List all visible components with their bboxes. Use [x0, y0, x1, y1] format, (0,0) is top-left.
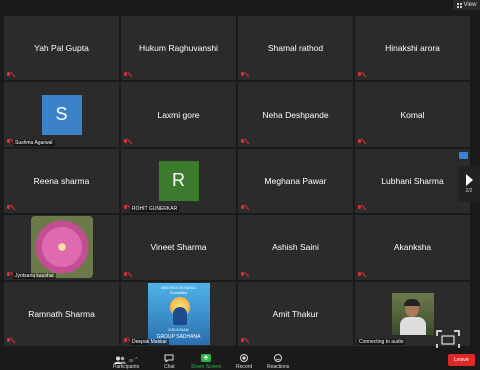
- share-screen-icon: [201, 354, 212, 362]
- participant-name: Akanksha: [393, 242, 432, 253]
- participant-tile[interactable]: Meghana Pawar: [238, 148, 353, 214]
- view-label: View: [463, 2, 477, 8]
- participant-tile[interactable]: Neha Deshpande: [238, 82, 353, 147]
- participant-name: Shamal rathod: [267, 43, 324, 54]
- avatar: R: [158, 160, 199, 201]
- participants-icon: [114, 356, 127, 364]
- participant-name: Meghana Pawar: [264, 175, 327, 186]
- participant-tile[interactable]: Amit Thakur: [238, 281, 353, 346]
- leave-button[interactable]: Leave: [448, 354, 475, 366]
- participant-name: Hukum Raghuvanshi: [139, 43, 218, 54]
- participant-tile[interactable]: R ROHIT GUNERKAR: [121, 148, 236, 214]
- participant-name: Ashish Saini: [272, 242, 319, 253]
- record-icon: [240, 354, 249, 362]
- poster-time: 6:30-8:00AM: [168, 327, 189, 332]
- participant-tile[interactable]: Akanksha: [355, 215, 470, 280]
- reactions-button[interactable]: Reactions: [267, 354, 289, 370]
- participant-tile[interactable]: Komal: [355, 82, 470, 147]
- participant-name: Reena sharma: [33, 175, 90, 186]
- participant-tile[interactable]: Hinakshi arora: [355, 16, 470, 81]
- page-indicator: 2/2: [465, 188, 473, 194]
- participants-button[interactable]: 48 ^ Participants: [113, 356, 139, 370]
- chat-label: Chat: [164, 364, 175, 370]
- mic-muted-icon: [240, 338, 245, 344]
- participant-name: Laxmi gore: [157, 109, 200, 120]
- participant-tile[interactable]: Jyotsana kaushal: [4, 215, 119, 280]
- reactions-label: Reactions: [267, 364, 290, 370]
- avatar: S: [41, 94, 82, 135]
- participant-name: Amit Thakur: [272, 308, 319, 319]
- mic-muted-icon: [6, 205, 11, 211]
- meditation-poster-image: MEETING ON SAHAJ Foundation 6:30-8:00AM …: [147, 282, 210, 345]
- mic-muted-icon: [240, 138, 245, 145]
- mic-muted-icon: [357, 271, 362, 278]
- poster-title: MEETING ON SAHAJ: [161, 285, 196, 290]
- reactions-icon: [274, 354, 283, 362]
- mic-muted-icon: [240, 205, 245, 211]
- mic-muted-icon: [123, 338, 128, 344]
- view-button[interactable]: View: [453, 0, 480, 10]
- participant-tile[interactable]: Laxmi gore: [121, 82, 236, 147]
- participant-name: Hinakshi arora: [385, 43, 440, 54]
- flower-image: [30, 216, 93, 279]
- participant-tile[interactable]: Ramnath Sharma: [4, 281, 119, 346]
- participant-tile[interactable]: Lubhani Sharma: [355, 148, 470, 214]
- participant-name: Komal: [400, 109, 425, 120]
- chat-button[interactable]: Chat: [164, 354, 175, 370]
- participant-tile[interactable]: Ashish Saini: [238, 215, 353, 280]
- share-screen-label: Share Screen: [191, 364, 222, 370]
- participant-tile[interactable]: Hukum Raghuvanshi: [121, 16, 236, 81]
- chevron-right-icon: [465, 174, 473, 186]
- mic-muted-icon: [240, 271, 245, 278]
- mic-muted-icon: [6, 138, 11, 145]
- next-page-button[interactable]: 2/2: [458, 166, 480, 202]
- mic-muted-icon: [6, 72, 11, 78]
- mic-muted-icon: [123, 138, 128, 145]
- participant-label: Connecting to audio: [357, 339, 406, 345]
- participant-tile[interactable]: Shamal rathod: [238, 16, 353, 81]
- participant-name: Ramnath Sharma: [28, 308, 95, 319]
- participants-label: Participants: [113, 364, 140, 370]
- meditator-graphic: [172, 306, 187, 325]
- chat-icon: [164, 354, 174, 362]
- participants-count: 48: [128, 357, 134, 363]
- poster-subtitle: Foundation: [169, 290, 188, 295]
- mic-muted-icon: [357, 138, 362, 145]
- mic-muted-icon: [357, 205, 362, 211]
- record-label: Record: [236, 364, 253, 370]
- mic-muted-icon: [6, 338, 11, 344]
- mic-muted-icon: [240, 72, 245, 78]
- video-grid: Yah Pal Gupta Hukum Raghuvanshi Shamal r…: [4, 16, 470, 346]
- mic-muted-icon: [357, 72, 362, 78]
- participant-label: Deepak Makkar: [130, 339, 170, 345]
- participant-name: Yah Pal Gupta: [34, 43, 89, 54]
- record-button[interactable]: Record: [236, 354, 252, 370]
- more-options-icon[interactable]: [459, 152, 468, 159]
- mic-muted-icon: [123, 271, 128, 278]
- participant-tile[interactable]: Reena sharma: [4, 148, 119, 214]
- participant-tile[interactable]: Yah Pal Gupta: [4, 16, 119, 81]
- mic-muted-icon: [6, 271, 11, 278]
- participant-name: Lubhani Sharma: [381, 175, 444, 186]
- grid-view-icon: [456, 2, 462, 8]
- participant-tile[interactable]: MEETING ON SAHAJ Foundation 6:30-8:00AM …: [121, 281, 236, 346]
- participant-tile[interactable]: Vineet Sharma: [121, 215, 236, 280]
- mic-muted-icon: [123, 72, 128, 78]
- mic-muted-icon: [123, 205, 128, 211]
- participant-photo: [391, 292, 434, 335]
- chevron-up-icon[interactable]: ^: [135, 357, 137, 363]
- participant-label: Jyotsana kaushal: [13, 272, 56, 279]
- participant-name: Vineet Sharma: [150, 242, 207, 253]
- participant-label: ROHIT GUNERKAR: [130, 206, 180, 213]
- participant-label: Sushma Agarwal: [13, 139, 55, 146]
- scan-icon[interactable]: [436, 330, 460, 350]
- share-screen-button[interactable]: Share Screen: [191, 354, 222, 370]
- participant-tile[interactable]: S Sushma Agarwal: [4, 82, 119, 147]
- participant-name: Neha Deshpande: [262, 109, 329, 120]
- meeting-toolbar: 48 ^ Participants Chat Share Screen Reco…: [0, 348, 480, 370]
